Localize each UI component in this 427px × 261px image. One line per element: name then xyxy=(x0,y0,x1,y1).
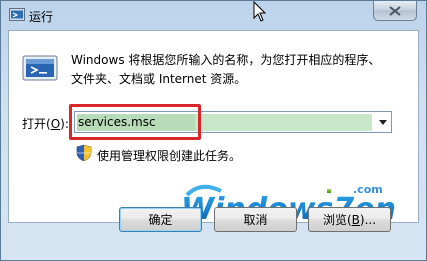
mouse-cursor-icon xyxy=(253,1,267,22)
uac-shield-icon xyxy=(76,144,92,162)
run-icon xyxy=(9,8,25,21)
browse-button[interactable]: 浏览(B)... xyxy=(308,207,391,232)
dialog-body: Windows 将根据您所输入的名称，为您打开相应的程序、 文件夹、文档或 In… xyxy=(8,30,419,227)
cancel-button[interactable]: 取消 xyxy=(214,207,297,232)
open-label: 打开(O): xyxy=(22,117,69,131)
dialog-description: Windows 将根据您所输入的名称，为您打开相应的程序、 文件夹、文档或 In… xyxy=(71,53,381,86)
admin-privilege-note: 使用管理权限创建此任务。 xyxy=(97,149,242,163)
annotation-highlight-box xyxy=(69,104,201,140)
title-bar[interactable]: 运行 xyxy=(1,1,426,31)
watermark-subtext: .com xyxy=(353,183,383,196)
input-selection-fill xyxy=(195,114,372,131)
chevron-down-icon xyxy=(379,120,387,125)
close-icon xyxy=(389,5,401,16)
window-title: 运行 xyxy=(29,10,54,24)
ok-button[interactable]: 确定 xyxy=(119,207,202,232)
run-dialog: 运行 Windows 将根据您所输入的名称，为您打开相应的程序、 文件夹、文档或… xyxy=(0,0,427,261)
run-program-icon xyxy=(22,55,58,81)
close-button[interactable] xyxy=(373,1,417,21)
dropdown-arrow-button[interactable] xyxy=(375,114,391,131)
